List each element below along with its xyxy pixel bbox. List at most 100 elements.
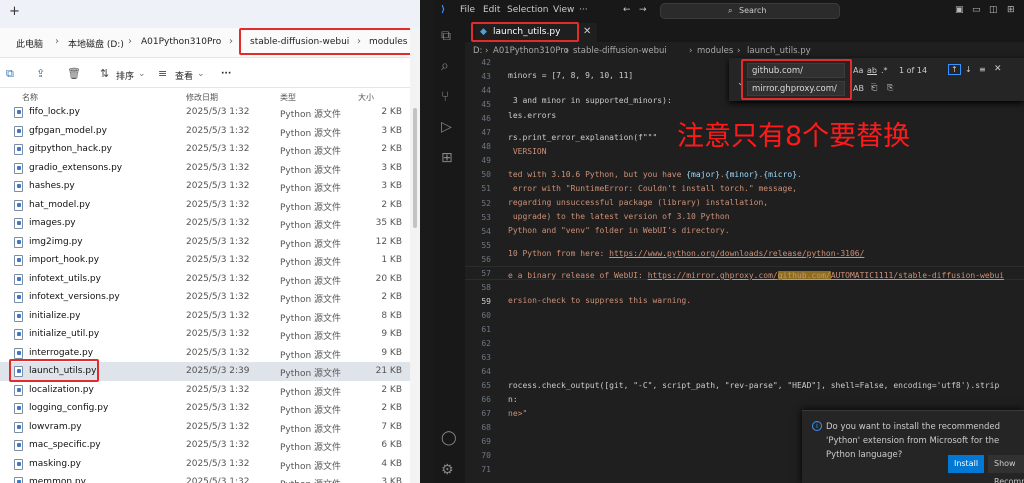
python-file-icon: [14, 329, 23, 340]
file-row[interactable]: lowvram.py 2025/5/3 1:32 Python 源文件 7 KB: [0, 418, 410, 437]
file-row[interactable]: mac_specific.py 2025/5/3 1:32 Python 源文件 6 …: [0, 436, 410, 455]
menu-edit[interactable]: Edit: [483, 5, 500, 15]
previous-match-arrow-icon[interactable]: ↑: [948, 64, 961, 75]
breadcrumb-a01python310pro[interactable]: A01Python310Pro: [493, 46, 569, 56]
code-text: n:: [508, 395, 518, 404]
line-number: 54: [481, 226, 491, 236]
code-link[interactable]: https://mirror.ghproxy.com/: [648, 271, 778, 280]
file-row[interactable]: fifo_lock.py 2025/5/3 1:32 Python 源文件 2 KB: [0, 103, 410, 122]
regex-button[interactable]: .*: [881, 66, 888, 75]
whole-word-button[interactable]: ab: [867, 66, 877, 75]
code-text: les.errors: [508, 111, 557, 120]
menu-file[interactable]: File: [460, 5, 475, 15]
preserve-case-button[interactable]: AB: [853, 84, 864, 93]
menu-view[interactable]: View: [553, 5, 574, 15]
file-row[interactable]: gradio_extensons.py 2025/5/3 1:32 Python 源…: [0, 159, 410, 178]
menu-selection[interactable]: Selection: [507, 5, 548, 15]
sort-button[interactable]: 排序: [116, 69, 134, 82]
command-center-search[interactable]: ⌕ Search: [660, 3, 840, 19]
account-icon[interactable]: ◯: [441, 430, 457, 446]
source-control-icon[interactable]: ⑂: [441, 89, 449, 105]
file-row[interactable]: logging_config.py 2025/5/3 1:32 Python 源文件…: [0, 399, 410, 418]
file-date: 2025/5/3 1:32: [186, 162, 250, 173]
new-tab-button[interactable]: +: [9, 4, 20, 19]
file-row[interactable]: initialize_util.py 2025/5/3 1:32 Python 源文…: [0, 325, 410, 344]
share-icon[interactable]: ⇪: [36, 67, 45, 80]
file-row[interactable]: infotext_versions.py 2025/5/3 1:32 Python …: [0, 288, 410, 307]
breadcrumb-modules[interactable]: modules: [697, 46, 733, 56]
replace-all-icon[interactable]: ⎘: [887, 83, 893, 93]
replace-icon[interactable]: ⎗: [871, 83, 877, 93]
back-arrow-icon[interactable]: ←: [623, 5, 631, 15]
forward-arrow-icon[interactable]: →: [639, 5, 647, 15]
view-icon[interactable]: ≡: [158, 67, 167, 80]
file-size: 1 KB: [381, 255, 402, 265]
breadcrumb-drive[interactable]: D:: [473, 46, 482, 56]
explorer-files-icon[interactable]: ⧉: [441, 28, 451, 44]
file-type: Python 源文件: [280, 221, 342, 231]
breadcrumb-file[interactable]: launch_utils.py: [747, 46, 811, 56]
column-type[interactable]: 类型: [280, 92, 296, 103]
address-bar[interactable]: 此电脑 › 本地磁盘 (D:) › A01Python310Pro › stab…: [0, 28, 420, 58]
file-size: 9 KB: [381, 347, 402, 358]
more-options-button[interactable]: ···: [221, 69, 231, 79]
sort-icon[interactable]: ⇅: [100, 67, 109, 80]
code-link[interactable]: https://www.python.org/downloads/release…: [609, 249, 864, 258]
search-icon[interactable]: ⌕: [441, 58, 449, 74]
copy-icon[interactable]: ⧉: [6, 67, 14, 81]
python-file-icon: [14, 403, 23, 414]
python-file-icon: [14, 440, 23, 451]
view-button[interactable]: 查看: [175, 69, 193, 82]
close-icon[interactable]: ✕: [994, 64, 1002, 74]
file-row[interactable]: memmon.py 2025/5/3 1:32 Python 源文件 3 KB: [0, 473, 410, 483]
more-menu-icon[interactable]: ···: [579, 5, 588, 15]
file-row[interactable]: localization.py 2025/5/3 1:32 Python 源文件 2 …: [0, 381, 410, 400]
explorer-scrollbar[interactable]: [410, 28, 420, 483]
file-row[interactable]: hashes.py 2025/5/3 1:32 Python 源文件 3 KB: [0, 177, 410, 196]
scrollbar-thumb[interactable]: [413, 108, 417, 228]
file-type: Python 源文件: [280, 461, 342, 472]
code-var: {micro}: [763, 170, 798, 179]
file-row[interactable]: gitpython_hack.py 2025/5/3 1:32 Python 源文件…: [0, 140, 410, 159]
column-name[interactable]: 名称: [22, 92, 38, 103]
file-size: 12 KB: [375, 236, 402, 247]
line-number: 64: [481, 367, 491, 377]
file-row[interactable]: img2img.py 2025/5/3 1:32 Python 源文件 12 KB: [0, 233, 410, 252]
file-row[interactable]: initialize.py 2025/5/3 1:32 Python 源文件 8 KB: [0, 307, 410, 326]
close-icon[interactable]: ✕: [583, 26, 591, 37]
run-debug-icon[interactable]: ▷: [441, 119, 452, 135]
customize-layout-icon[interactable]: ⊞: [1007, 5, 1015, 15]
file-row[interactable]: gfpgan_model.py 2025/5/3 1:32 Python 源文件 3 …: [0, 122, 410, 141]
panel-icon[interactable]: ▭: [972, 5, 981, 15]
breadcrumb-stable-diffusion-webui[interactable]: stable-diffusion-webui: [573, 46, 667, 56]
column-date[interactable]: 修改日期: [186, 92, 218, 103]
file-type: Python 源文件: [280, 406, 342, 416]
match-case-button[interactable]: Aa: [853, 66, 863, 75]
layout-icon[interactable]: ▣: [955, 5, 964, 15]
file-row[interactable]: infotext_utils.py 2025/5/3 1:32 Python 源文件…: [0, 270, 410, 289]
file-row[interactable]: import_hook.py 2025/5/3 1:32 Python 源文件 1 K…: [0, 251, 410, 270]
breadcrumb-this-pc[interactable]: 此电脑: [16, 37, 43, 50]
column-size[interactable]: 大小: [358, 92, 374, 103]
file-row[interactable]: masking.py 2025/5/3 1:32 Python 源文件 4 KB: [0, 455, 410, 474]
extensions-icon[interactable]: ⊞: [441, 150, 453, 166]
file-size: 2 KB: [381, 199, 402, 210]
find-in-selection-icon[interactable]: ≡: [979, 65, 986, 74]
code-link[interactable]: AUTOMATIC1111/stable-diffusion-webui: [831, 271, 1004, 280]
info-icon: i: [812, 421, 822, 431]
sidebar-icon[interactable]: ◫: [989, 5, 998, 15]
delete-icon[interactable]: 🗑: [67, 67, 81, 80]
file-row[interactable]: hat_model.py 2025/5/3 1:32 Python 源文件 2 KB: [0, 196, 410, 215]
show-recommendations-button[interactable]: Show Recommendations: [988, 455, 1024, 483]
file-date: 2025/5/3 1:32: [186, 310, 250, 321]
breadcrumb-local-disk[interactable]: 本地磁盘 (D:): [68, 37, 124, 50]
breadcrumb-a01python310pro[interactable]: A01Python310Pro: [141, 37, 221, 47]
file-name: fifo_lock.py: [29, 107, 80, 117]
install-button[interactable]: Install: [948, 455, 984, 473]
chevron-right-icon: ›: [485, 46, 489, 56]
editor-tabs: ◆ launch_utils.py ✕: [465, 22, 1024, 42]
file-date: 2025/5/3 1:32: [186, 273, 250, 284]
file-row[interactable]: images.py 2025/5/3 1:32 Python 源文件 35 KB: [0, 214, 410, 233]
next-match-arrow-icon[interactable]: ↓: [965, 65, 972, 74]
gear-icon[interactable]: ⚙: [441, 462, 454, 478]
